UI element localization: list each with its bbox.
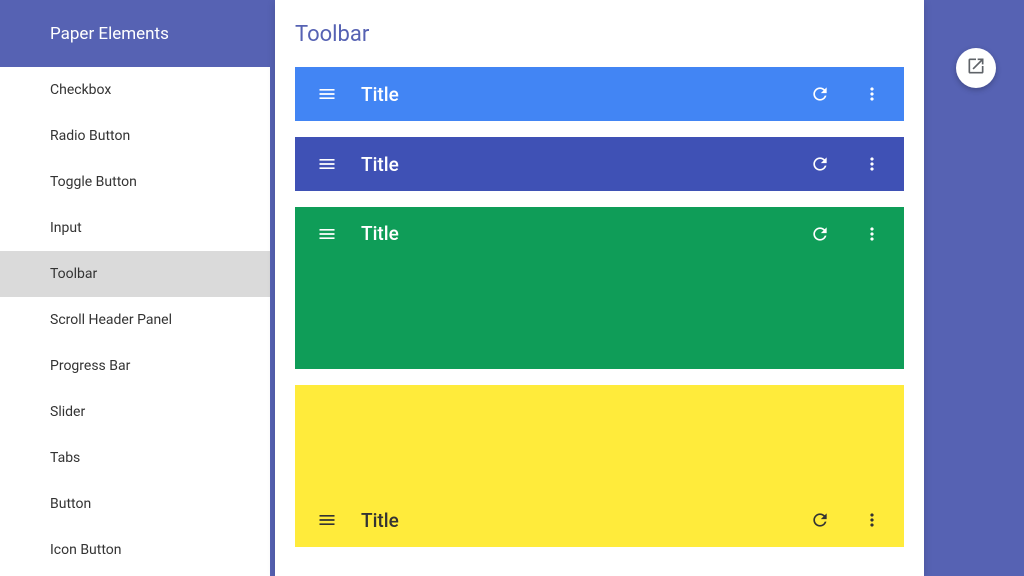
more-vert-icon[interactable] <box>860 222 884 246</box>
sidebar-item-icon-button[interactable]: Icon Button <box>0 527 270 573</box>
toolbar-title: Title <box>361 83 808 106</box>
demo-toolbar-indigo: Title <box>295 137 904 191</box>
toolbar-title: Title <box>361 222 808 245</box>
sidebar-item-label: Icon Button <box>50 542 122 558</box>
sidebar-header: Paper Elements <box>0 0 270 67</box>
sidebar-item-button[interactable]: Button <box>0 481 270 527</box>
sidebar-item-scroll-header-panel[interactable]: Scroll Header Panel <box>0 297 270 343</box>
sidebar-item-tabs[interactable]: Tabs <box>0 435 270 481</box>
sidebar-title: Paper Elements <box>50 24 169 44</box>
sidebar-item-label: Tabs <box>50 450 80 466</box>
sidebar-item-toolbar[interactable]: Toolbar <box>0 251 270 297</box>
page-title: Toolbar <box>275 0 924 67</box>
refresh-icon[interactable] <box>808 222 832 246</box>
more-vert-icon[interactable] <box>860 152 884 176</box>
sidebar-item-label: Input <box>50 220 82 236</box>
toolbar-title: Title <box>361 509 808 532</box>
demo-toolbar-yellow: Title <box>295 385 904 547</box>
refresh-icon[interactable] <box>808 152 832 176</box>
toolbar-title: Title <box>361 153 808 176</box>
sidebar-item-input[interactable]: Input <box>0 205 270 251</box>
menu-icon[interactable] <box>315 222 339 246</box>
sidebar-item-toggle-button[interactable]: Toggle Button <box>0 159 270 205</box>
sidebar-item-label: Progress Bar <box>50 358 130 374</box>
sidebar-item-slider[interactable]: Slider <box>0 389 270 435</box>
sidebar-list: Checkbox Radio Button Toggle Button Inpu… <box>0 67 270 576</box>
more-vert-icon[interactable] <box>860 82 884 106</box>
sidebar-item-label: Radio Button <box>50 128 130 144</box>
demo-toolbar-blue: Title <box>295 67 904 121</box>
open-external-button[interactable] <box>956 48 996 88</box>
demo-toolbar-green: Title <box>295 207 904 369</box>
sidebar-item-progress-bar[interactable]: Progress Bar <box>0 343 270 389</box>
menu-icon[interactable] <box>315 82 339 106</box>
open-in-new-icon <box>966 56 986 80</box>
sidebar-item-label: Slider <box>50 404 85 420</box>
sidebar-item-label: Toggle Button <box>50 174 137 190</box>
sidebar-item-label: Toolbar <box>50 266 97 282</box>
sidebar-item-label: Button <box>50 496 91 512</box>
sidebar: Paper Elements Checkbox Radio Button Tog… <box>0 0 270 576</box>
main-panel: Toolbar Title Title <box>275 0 924 576</box>
sidebar-item-checkbox[interactable]: Checkbox <box>0 67 270 113</box>
main-content: Title Title <box>275 67 924 576</box>
more-vert-icon[interactable] <box>860 508 884 532</box>
sidebar-item-label: Checkbox <box>50 82 111 98</box>
sidebar-item-label: Scroll Header Panel <box>50 312 172 328</box>
menu-icon[interactable] <box>315 152 339 176</box>
sidebar-item-radio-button[interactable]: Radio Button <box>0 113 270 159</box>
refresh-icon[interactable] <box>808 508 832 532</box>
menu-icon[interactable] <box>315 508 339 532</box>
refresh-icon[interactable] <box>808 82 832 106</box>
